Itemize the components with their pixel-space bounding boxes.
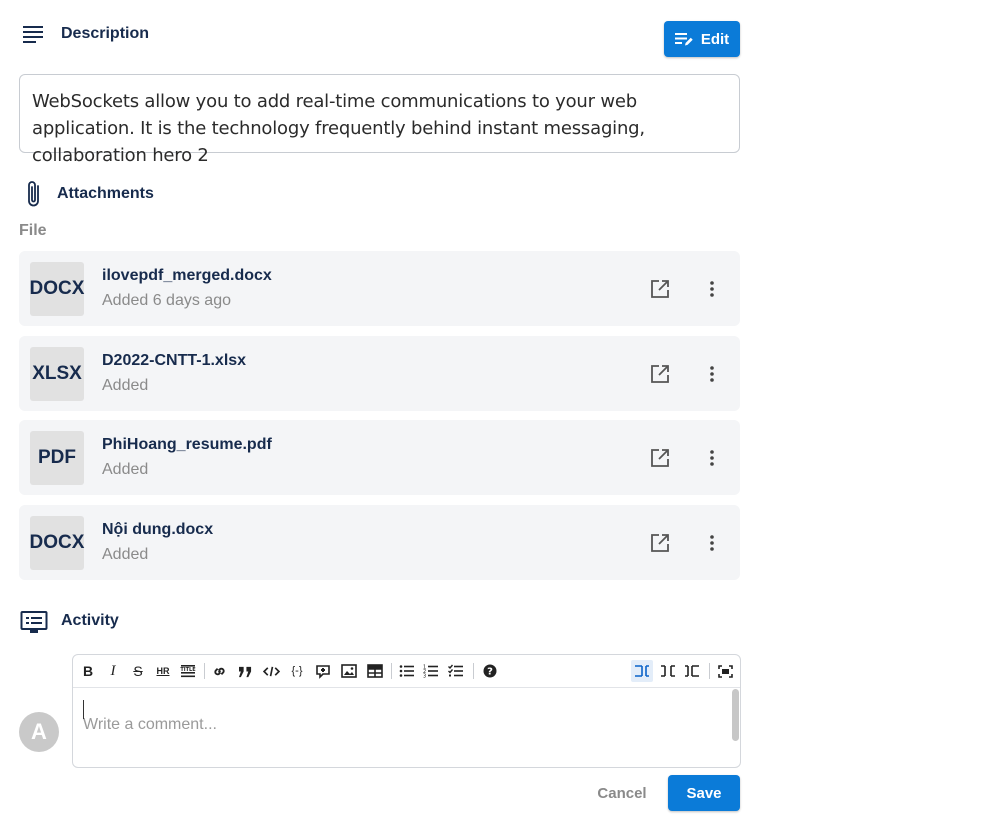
svg-text:3: 3	[423, 674, 426, 679]
more-vertical-icon[interactable]	[700, 530, 724, 556]
comment-editor[interactable]: B I S HR TITLE {-} 123 ? Write a comment…	[72, 654, 741, 768]
horizontal-rule-button[interactable]: HR	[153, 660, 173, 682]
link-icon[interactable]	[209, 660, 229, 682]
activity-title: Activity	[61, 612, 119, 629]
fullscreen-icon[interactable]	[715, 660, 735, 682]
comment-input[interactable]	[83, 695, 723, 755]
attachment-name[interactable]: ilovepdf_merged.docx	[102, 267, 272, 285]
preview-mode-icon[interactable]	[681, 660, 703, 682]
numbered-list-icon[interactable]: 123	[421, 660, 441, 682]
help-icon[interactable]: ?	[479, 660, 501, 682]
attachment-name[interactable]: D2022-CNTT-1.xlsx	[102, 352, 246, 370]
file-type-thumbnail: XLSX	[30, 347, 84, 401]
attachment-name[interactable]: PhiHoang_resume.pdf	[102, 436, 272, 454]
comment-block-icon[interactable]	[313, 660, 333, 682]
bullet-list-icon[interactable]	[397, 660, 417, 682]
attachment-card[interactable]: DOCX ilovepdf_merged.docx Added 6 days a…	[19, 251, 740, 326]
code-icon[interactable]	[260, 660, 282, 682]
file-section-label: File	[19, 222, 47, 239]
image-icon[interactable]	[339, 660, 359, 682]
svg-text:?: ?	[487, 667, 493, 678]
editor-toolbar: B I S HR TITLE {-} 123 ?	[73, 655, 740, 688]
description-title: Description	[61, 25, 150, 42]
bold-button[interactable]: B	[79, 660, 97, 682]
file-type-thumbnail: DOCX	[30, 516, 84, 570]
text-caret	[83, 700, 84, 719]
svg-text:TITLE: TITLE	[180, 667, 196, 673]
italic-button[interactable]: I	[104, 660, 122, 682]
more-vertical-icon[interactable]	[700, 361, 724, 387]
edit-label: Edit	[700, 30, 730, 48]
attachment-added: Added 6 days ago	[102, 292, 231, 309]
description-icon	[21, 23, 45, 45]
title-button[interactable]: TITLE	[177, 660, 199, 682]
editor-mode-icon[interactable]	[631, 660, 653, 682]
more-vertical-icon[interactable]	[700, 445, 724, 471]
attachment-added: Added	[102, 461, 149, 478]
file-type-thumbnail: PDF	[30, 431, 84, 485]
quote-icon[interactable]	[235, 660, 255, 682]
attachment-card[interactable]: XLSX D2022-CNTT-1.xlsx Added	[19, 336, 740, 411]
attachment-added: Added	[102, 546, 149, 563]
attachment-card[interactable]: PDF PhiHoang_resume.pdf Added	[19, 420, 740, 495]
description-text[interactable]: WebSockets allow you to add real-time co…	[19, 74, 740, 166]
open-external-icon[interactable]	[647, 276, 673, 302]
activity-icon	[19, 609, 49, 635]
attachment-added: Added	[102, 377, 149, 394]
open-external-icon[interactable]	[647, 530, 673, 556]
save-button[interactable]: Save	[668, 775, 740, 811]
paperclip-icon	[23, 179, 45, 209]
more-vertical-icon[interactable]	[700, 276, 724, 302]
attachment-card[interactable]: DOCX Nội dung.docx Added	[19, 505, 740, 580]
open-external-icon[interactable]	[647, 445, 673, 471]
task-list-icon[interactable]	[446, 660, 466, 682]
split-view-icon[interactable]	[657, 660, 679, 682]
editor-scrollbar[interactable]	[732, 689, 739, 741]
attachment-name[interactable]: Nội dung.docx	[102, 521, 213, 539]
cancel-button[interactable]: Cancel	[588, 778, 656, 808]
table-icon[interactable]	[365, 660, 385, 682]
attachments-title: Attachments	[57, 185, 154, 202]
strikethrough-button[interactable]: S	[129, 660, 147, 682]
code-block-button[interactable]: {-}	[286, 660, 308, 682]
edit-description-button[interactable]: Edit	[664, 21, 740, 57]
edit-icon	[674, 31, 693, 47]
avatar: A	[19, 712, 59, 752]
title-icon: TITLE	[180, 665, 196, 678]
open-external-icon[interactable]	[647, 361, 673, 387]
file-type-thumbnail: DOCX	[30, 262, 84, 316]
